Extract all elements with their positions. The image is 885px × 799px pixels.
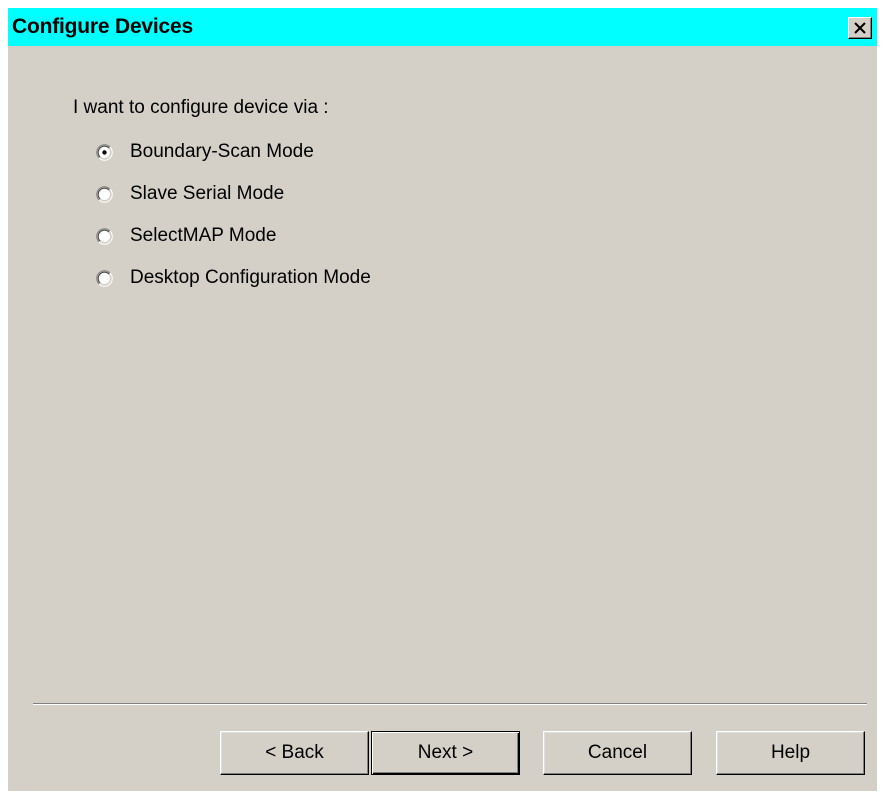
radio-boundary-scan-mode[interactable]: Boundary-Scan Mode bbox=[96, 139, 314, 165]
next-button[interactable]: Next > bbox=[371, 731, 520, 775]
close-button[interactable] bbox=[848, 17, 872, 39]
configure-devices-dialog: Configure Devices I want to configure de… bbox=[8, 8, 877, 791]
radio-label: SelectMAP Mode bbox=[130, 225, 277, 246]
radio-label: Desktop Configuration Mode bbox=[130, 267, 371, 288]
radio-button-icon[interactable] bbox=[96, 143, 113, 161]
radio-selectmap-mode[interactable]: SelectMAP Mode bbox=[96, 223, 276, 249]
help-button[interactable]: Help bbox=[716, 731, 865, 775]
configure-prompt: I want to configure device via : bbox=[73, 97, 329, 118]
radio-slave-serial-mode[interactable]: Slave Serial Mode bbox=[96, 181, 284, 207]
radio-label: Slave Serial Mode bbox=[130, 183, 285, 204]
title-bar[interactable]: Configure Devices bbox=[8, 8, 877, 46]
close-icon bbox=[854, 22, 866, 34]
button-separator bbox=[33, 703, 867, 705]
back-button[interactable]: < Back bbox=[220, 731, 369, 775]
radio-button-icon[interactable] bbox=[96, 227, 113, 245]
window-title: Configure Devices bbox=[12, 15, 193, 38]
radio-button-icon[interactable] bbox=[96, 185, 113, 203]
radio-label: Boundary-Scan Mode bbox=[130, 141, 314, 162]
cancel-button[interactable]: Cancel bbox=[543, 731, 692, 775]
radio-desktop-configuration-mode[interactable]: Desktop Configuration Mode bbox=[96, 265, 371, 291]
radio-button-icon[interactable] bbox=[96, 269, 113, 287]
